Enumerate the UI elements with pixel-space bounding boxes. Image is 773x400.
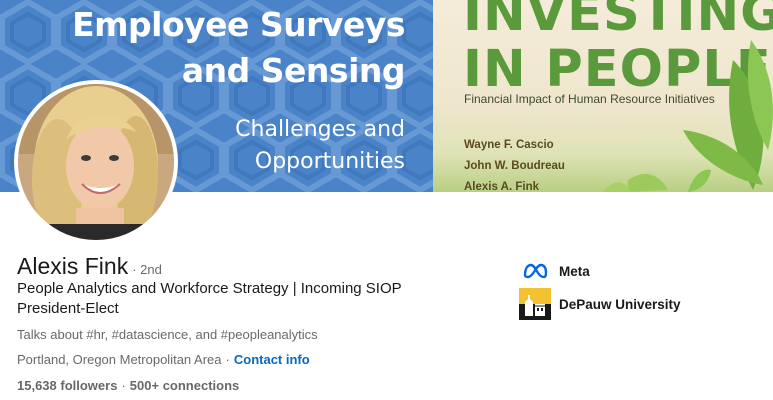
- profile-avatar[interactable]: [14, 80, 178, 244]
- location-row: Portland, Oregon Metropolitan Area · Con…: [17, 352, 310, 367]
- profile-headline: People Analytics and Workforce Strategy …: [17, 280, 402, 317]
- stats-separator: ·: [121, 378, 126, 393]
- depauw-logo-icon: [519, 288, 551, 320]
- profile-name: Alexis Fink: [17, 253, 129, 279]
- avatar-photo: [18, 84, 174, 240]
- org-meta[interactable]: Meta: [519, 255, 590, 287]
- org-depauw-name: DePauw University: [559, 296, 681, 312]
- talks-about: Talks about #hr, #datascience, and #peop…: [17, 327, 318, 342]
- banner-left-subtitle: Challenges and Opportunities: [235, 117, 405, 174]
- profile-location: Portland, Oregon Metropolitan Area: [17, 352, 222, 367]
- meta-logo-icon: [519, 255, 551, 287]
- contact-info-link[interactable]: Contact info: [234, 352, 310, 367]
- leaves-illustration: [603, 40, 773, 192]
- org-depauw-university[interactable]: DePauw University: [519, 288, 681, 320]
- name-row: Alexis Fink · 2nd: [17, 253, 162, 280]
- org-meta-name: Meta: [559, 263, 590, 279]
- connection-degree: · 2nd: [132, 262, 162, 277]
- followers-count[interactable]: 15,638 followers: [17, 378, 117, 393]
- banner-left-title: Employee Surveys and Sensing: [72, 5, 405, 90]
- profile-card: Employee Surveys and Sensing Challenges …: [0, 0, 773, 400]
- connections-count[interactable]: 500+ connections: [130, 378, 239, 393]
- stats-row: 15,638 followers · 500+ connections: [17, 378, 239, 393]
- location-separator: ·: [225, 352, 230, 367]
- banner-book-image: INVESTING IN PEOPLE Financial Impact of …: [433, 0, 773, 192]
